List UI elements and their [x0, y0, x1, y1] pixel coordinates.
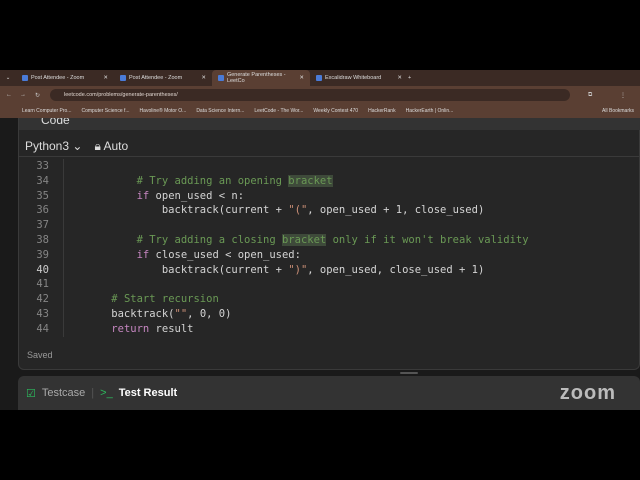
auto-mode[interactable]: 🔒︎ Auto: [94, 139, 128, 154]
code-text: backtrack("", 0, 0): [86, 307, 232, 320]
language-select[interactable]: Python3 ⌄: [25, 139, 82, 153]
code-line: 36 backtrack(current + "(", open_used + …: [19, 203, 640, 218]
extensions-icon[interactable]: ⧉: [588, 92, 592, 99]
code-line: 39 if close_used < open_used:: [19, 248, 640, 263]
code-text: if close_used < open_used:: [136, 248, 301, 261]
browser-tab[interactable]: Post Attendee - Zoom ✕: [114, 70, 212, 86]
favicon-icon: [316, 75, 322, 81]
leetcode-page: Code Python3 ⌄ 🔒︎ Auto 33 34 # Try adding…: [0, 118, 640, 410]
all-bookmarks[interactable]: All Bookmarks: [602, 108, 634, 114]
checkbox-icon: ☑: [26, 387, 36, 400]
address-row: ← → ↻ leetcode.com/problems/generate-par…: [0, 86, 640, 104]
code-line: 40 backtrack(current + ")", open_used, c…: [19, 263, 640, 278]
code-text: backtrack(current + ")", open_used, clos…: [86, 263, 485, 276]
code-line: 41: [19, 277, 640, 292]
bookmarks-bar: Learn Computer Pro... Computer Science f.…: [0, 104, 640, 118]
code-line: 43 backtrack("", 0, 0): [19, 307, 640, 322]
bookmark[interactable]: Weekly Contest 470: [313, 108, 358, 114]
code-line: 44 return result: [19, 322, 640, 337]
zoom-watermark: zoom: [559, 382, 616, 404]
code-line: 42 # Start recursion: [19, 292, 640, 307]
line-number: 41: [36, 278, 49, 291]
favicon-icon: [22, 75, 28, 81]
tab-strip: ⌄ Post Attendee - Zoom ✕ Post Attendee - Zo…: [0, 70, 640, 86]
new-tab-button[interactable]: +: [408, 75, 411, 81]
bookmark[interactable]: HackerEarth | Onlin...: [406, 108, 454, 114]
tab-test-result[interactable]: Test Result: [119, 387, 177, 399]
line-number: 37: [36, 219, 49, 232]
line-number: 34: [36, 174, 49, 187]
line-number: 35: [36, 189, 49, 202]
code-line: 38 # Try adding a closing bracket only i…: [19, 233, 640, 248]
code-line: 33: [19, 159, 640, 174]
divider: [19, 156, 640, 157]
save-status: Saved: [27, 350, 53, 360]
browser-tab[interactable]: Excalidraw Whiteboard ✕: [310, 70, 408, 86]
back-icon[interactable]: ←: [6, 92, 12, 98]
test-panel-tabs: ☑ Testcase | >_ Test Result zoom: [18, 376, 640, 410]
bookmark[interactable]: Data Science Intern...: [196, 108, 244, 114]
code-line: 35 if open_used < n:: [19, 189, 640, 204]
url-input[interactable]: leetcode.com/problems/generate-parenthes…: [50, 89, 570, 101]
code-text: # Start recursion: [111, 293, 219, 306]
line-number: 43: [36, 307, 49, 320]
line-number: 44: [36, 322, 49, 335]
line-number: 40: [36, 263, 49, 276]
favicon-icon: [120, 75, 126, 81]
terminal-icon: >_: [100, 387, 113, 399]
bookmark[interactable]: LeetCode - The Wor...: [254, 108, 303, 114]
forward-icon[interactable]: →: [20, 92, 26, 98]
close-tab-icon[interactable]: ✕: [397, 75, 402, 81]
code-line: 37: [19, 218, 640, 233]
close-tab-icon[interactable]: ✕: [201, 75, 206, 81]
bookmark[interactable]: Learn Computer Pro...: [22, 108, 71, 114]
reload-icon[interactable]: ↻: [35, 92, 40, 99]
line-number: 39: [36, 248, 49, 261]
browser-tab[interactable]: Generate Parentheses - LeetCo ✕: [212, 70, 310, 86]
menu-icon[interactable]: ⋮: [620, 92, 626, 99]
resize-handle[interactable]: [400, 372, 418, 374]
browser-chrome: ⌄ Post Attendee - Zoom ✕ Post Attendee - Zo…: [0, 70, 640, 118]
line-number: 42: [36, 293, 49, 306]
line-number: 33: [36, 160, 49, 172]
code-editor[interactable]: 33 34 # Try adding an opening bracket 35 i…: [19, 159, 640, 337]
browser-tab[interactable]: Post Attendee - Zoom ✕: [16, 70, 114, 86]
favicon-icon: [218, 75, 224, 81]
tab-search-icon[interactable]: ⌄: [0, 75, 16, 81]
code-text: return result: [111, 322, 194, 335]
code-text: if open_used < n:: [136, 189, 245, 202]
code-line: 34 # Try adding an opening bracket: [19, 174, 640, 189]
code-text: backtrack(current + "(", open_used + 1, …: [86, 204, 485, 217]
bookmark[interactable]: HackerRank: [368, 108, 396, 114]
code-text: # Try adding an opening bracket: [136, 174, 333, 187]
code-text: # Try adding a closing bracket only if i…: [136, 233, 529, 246]
code-header: Code: [19, 118, 640, 130]
line-number: 36: [36, 204, 49, 217]
close-tab-icon[interactable]: ✕: [299, 75, 304, 81]
close-tab-icon[interactable]: ✕: [103, 75, 108, 81]
bookmark[interactable]: Havoline® Motor O...: [140, 108, 187, 114]
bookmark[interactable]: Computer Science f...: [81, 108, 129, 114]
line-number: 38: [36, 233, 49, 246]
code-panel: Code Python3 ⌄ 🔒︎ Auto 33 34 # Try adding…: [18, 118, 640, 370]
tab-testcase[interactable]: Testcase: [42, 387, 85, 399]
